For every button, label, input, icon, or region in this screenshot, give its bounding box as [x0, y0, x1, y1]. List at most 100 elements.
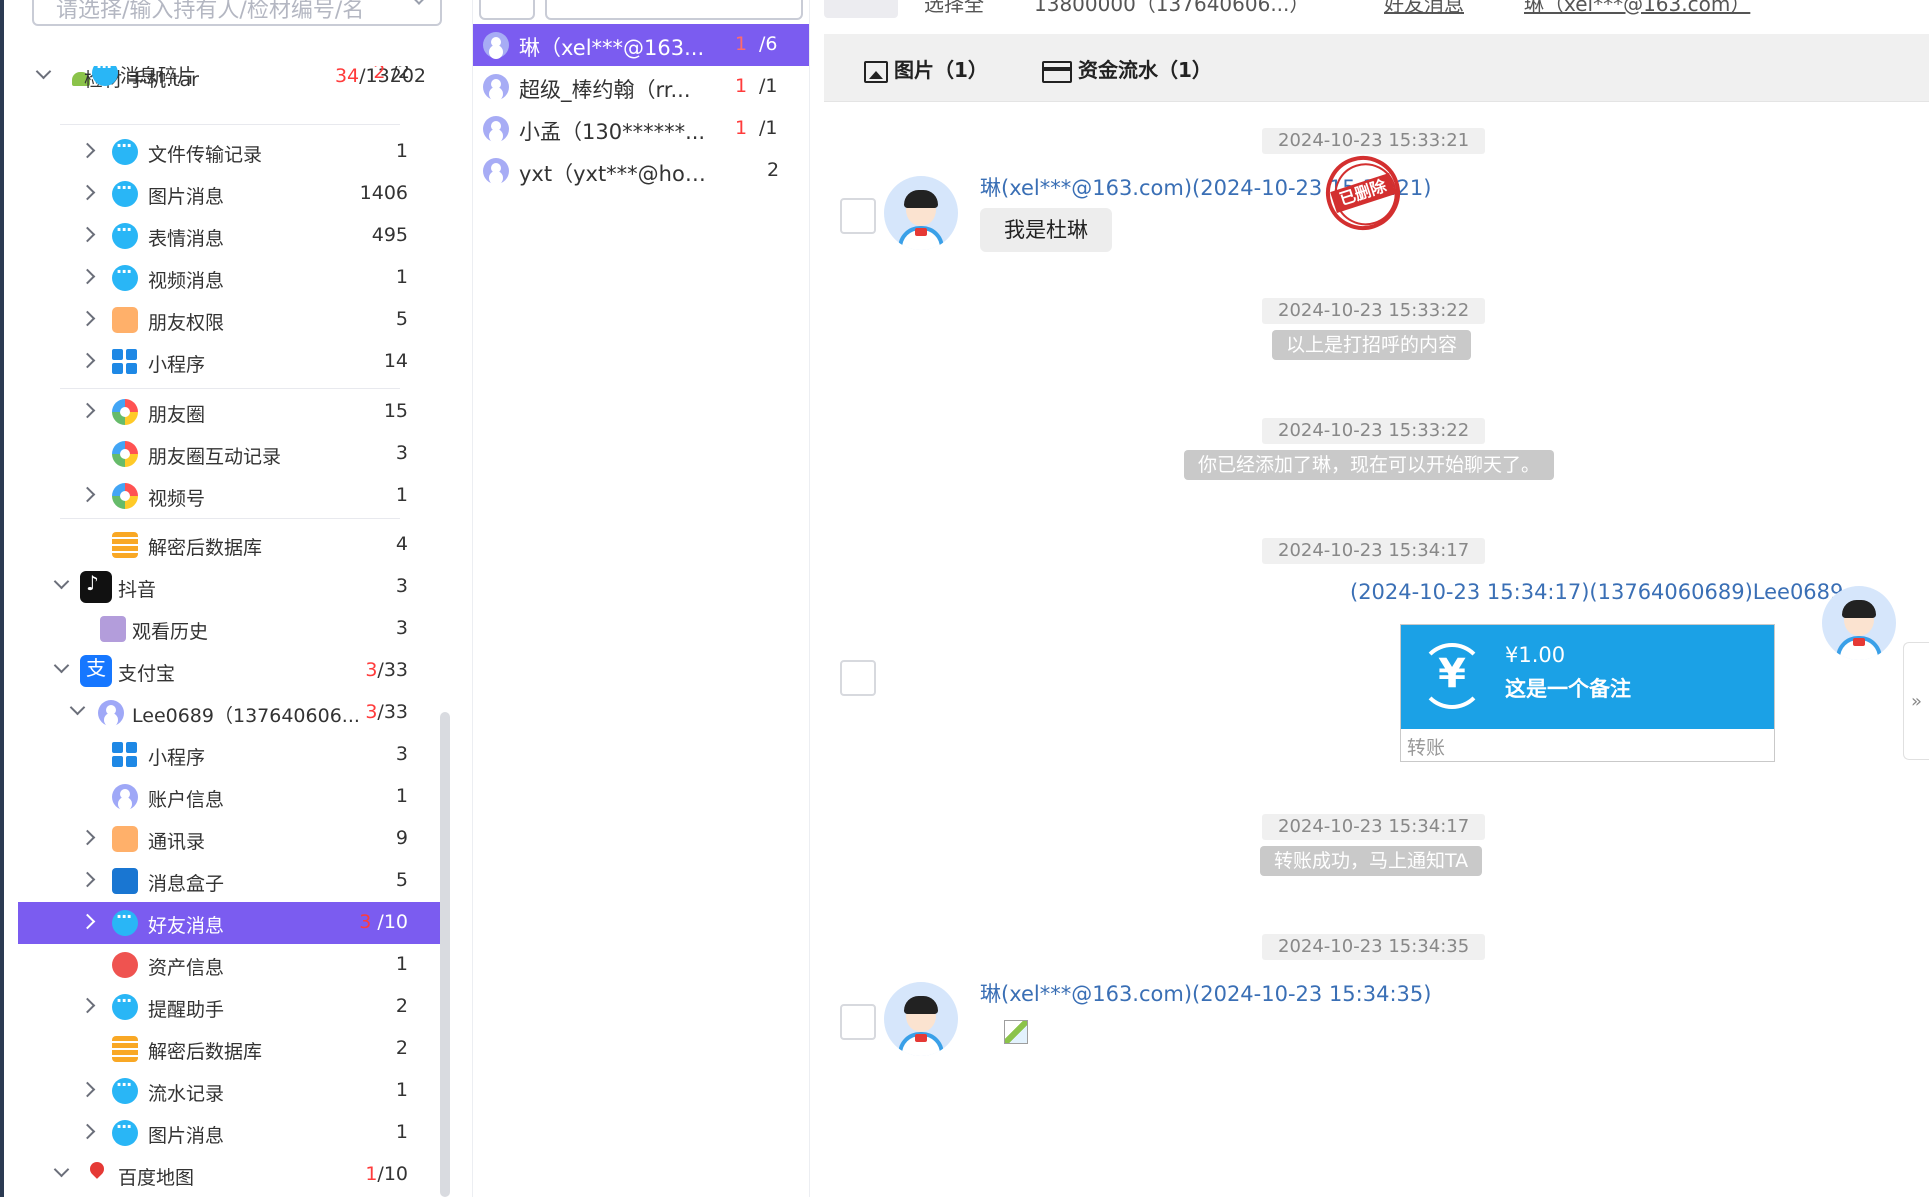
chevron-right-icon[interactable]: [79, 1081, 96, 1098]
contacts-icon: [112, 826, 138, 852]
alipay-icon: 支: [80, 655, 112, 687]
chat-icon: [112, 178, 138, 207]
contact-item[interactable]: 小孟（130******... 1 /1: [473, 108, 809, 150]
chevron-right-icon[interactable]: [79, 352, 96, 369]
chevron-right-icon[interactable]: [79, 486, 96, 503]
chevron-down-icon[interactable]: [409, 0, 429, 5]
tree-item-address-book[interactable]: 通讯录 9: [18, 818, 440, 860]
tree-item-decrypted-db-2[interactable]: 解密后数据库 2: [18, 1028, 440, 1070]
tree-scrollbar[interactable]: [440, 712, 450, 1197]
chevron-right-icon[interactable]: [79, 184, 96, 201]
chevron-right-icon[interactable]: [79, 142, 96, 159]
sort-button[interactable]: [479, 0, 535, 20]
chevron-down-icon[interactable]: [53, 573, 70, 590]
user-avatar-icon: [98, 700, 124, 726]
chevron-down-icon[interactable]: [69, 699, 86, 716]
system-message: 你已经添加了琳，现在可以开始聊天了。: [1184, 450, 1555, 480]
holder-search-select[interactable]: 请选择/输入持有人/检材编号/名: [32, 0, 442, 26]
message-checkbox[interactable]: [840, 660, 876, 696]
moments-icon: [112, 399, 138, 425]
tree-item-moments-interactions[interactable]: 朋友圈互动记录 3: [18, 433, 440, 475]
tree-item-friend-messages[interactable]: 好友消息 3 /10: [18, 902, 440, 944]
timestamp: 2024-10-23 15:34:17: [1262, 538, 1486, 564]
tree-item-decrypted-db[interactable]: 解密后数据库 4: [18, 524, 440, 566]
message-checkbox[interactable]: [840, 198, 876, 234]
tree-item-baidu-map[interactable]: 百度地图 1/10: [18, 1154, 440, 1196]
timestamp: 2024-10-23 15:33:21: [1262, 128, 1486, 154]
tree-item-message-box[interactable]: 消息盒子 5: [18, 860, 440, 902]
tree-item-friend-permission[interactable]: 朋友权限 5: [18, 299, 440, 341]
avatar: [1822, 586, 1896, 660]
tree-item-transactions[interactable]: 流水记录 1: [18, 1070, 440, 1112]
broken-image-icon[interactable]: [1004, 1020, 1028, 1044]
contact-search-input[interactable]: [545, 0, 803, 20]
chevron-right-icon[interactable]: [79, 1123, 96, 1140]
chevron-right-icon[interactable]: [79, 226, 96, 243]
chevron-right-icon[interactable]: [79, 268, 96, 285]
chat-icon: [112, 262, 138, 291]
chevron-down-icon[interactable]: [53, 657, 70, 674]
user-avatar-icon: [483, 74, 509, 100]
tree-item-image-msg[interactable]: 图片消息 1406: [18, 173, 440, 215]
tree-item-alipay[interactable]: 支 支付宝 3/33: [18, 650, 440, 692]
chat-icon: [112, 907, 138, 936]
tree-item-moments[interactable]: 朋友圈 15: [18, 391, 440, 433]
chevron-down-icon[interactable]: [53, 1161, 70, 1178]
timestamp: 2024-10-23 15:33:22: [1262, 418, 1486, 444]
chevron-right-icon[interactable]: [79, 871, 96, 888]
tree-item-watch-history[interactable]: 观看历史 3: [18, 608, 440, 650]
message-sender: 琳(xel***@163.com)(2024-10-23 15:34:35): [980, 982, 1432, 1006]
chat-icon: [112, 1075, 138, 1104]
tree-item-asset-info[interactable]: 资产信息 1: [18, 944, 440, 986]
asset-icon: [112, 952, 138, 978]
system-message: 以上是打招呼的内容: [1272, 330, 1472, 360]
channels-icon: [112, 483, 138, 509]
card-icon: [1042, 60, 1072, 83]
chat-topbar: 选择全 13800000（137640606...） 好友消息 琳（xel***…: [824, 0, 1929, 20]
tree-item-image-msg-2[interactable]: 图片消息 1: [18, 1112, 440, 1154]
tree-item-mini-program[interactable]: 小程序 14: [18, 341, 440, 383]
chat-icon: [112, 136, 138, 165]
select-all-button[interactable]: [824, 0, 898, 18]
message-bubble: 我是杜琳: [980, 208, 1112, 252]
apps-grid-icon: [112, 742, 138, 768]
chevron-right-icon[interactable]: [79, 829, 96, 846]
chevron-right-icon[interactable]: [79, 913, 96, 930]
tree-item-video-msg[interactable]: 视频消息 1: [18, 257, 440, 299]
select-all-label[interactable]: 选择全: [924, 0, 984, 17]
timestamp: 2024-10-23 15:34:17: [1262, 814, 1486, 840]
tab-fund-flow[interactable]: 资金流水（1）: [1042, 54, 1212, 83]
chevron-right-icon[interactable]: [79, 310, 96, 327]
friend-msg-breadcrumb[interactable]: 好友消息: [1384, 0, 1464, 17]
transfer-icon: ¥: [1419, 643, 1485, 709]
contact-item[interactable]: 琳（xel***@163... 1 /6: [473, 24, 809, 66]
system-message: 转账成功，马上通知TA: [1260, 846, 1483, 876]
tab-images[interactable]: 图片（1）: [864, 54, 988, 83]
tree-item-channels[interactable]: 视频号 1: [18, 475, 440, 517]
expand-panel-button[interactable]: »: [1903, 642, 1929, 760]
tree-item-alipay-account[interactable]: Lee0689（137640606... 3/33: [18, 692, 440, 734]
contact-list-panel: 琳（xel***@163... 1 /6 超级_棒约翰（rr... 1 /1 小…: [472, 0, 810, 1197]
tree-item-file-transfer[interactable]: 文件传输记录 1: [18, 131, 440, 173]
chevron-right-icon[interactable]: [79, 402, 96, 419]
tree-item-alipay-mini-program[interactable]: 小程序 3: [18, 734, 440, 776]
timestamp: 2024-10-23 15:33:22: [1262, 298, 1486, 324]
user-avatar-icon: [483, 32, 509, 58]
tree-item-fragments[interactable]: 消息碎片 2 /2: [18, 66, 440, 96]
transfer-card[interactable]: ¥ ¥1.00 这是一个备注 转账: [1400, 624, 1775, 762]
contact-item[interactable]: 超级_棒约翰（rr... 1 /1: [473, 66, 809, 108]
message-checkbox[interactable]: [840, 1004, 876, 1040]
tree-item-account-info[interactable]: 账户信息 1: [18, 776, 440, 818]
contact-breadcrumb[interactable]: 琳（xel***@163.com）: [1524, 0, 1750, 17]
tree-item-reminder[interactable]: 提醒助手 2: [18, 986, 440, 1028]
account-breadcrumb[interactable]: 13800000（137640606...）: [1034, 0, 1309, 17]
contact-item[interactable]: yxt（yxt***@hotma... 2: [473, 150, 809, 192]
map-pin-icon: [84, 1162, 110, 1188]
message-box-icon: [112, 868, 138, 894]
history-icon: [100, 616, 126, 642]
chevron-right-icon[interactable]: [79, 997, 96, 1014]
tree-item-douyin[interactable]: 抖音 3: [18, 566, 440, 608]
chat-panel: 选择全 13800000（137640606...） 好友消息 琳（xel***…: [824, 0, 1929, 1197]
tree-item-emoji-msg[interactable]: 表情消息 495: [18, 215, 440, 257]
avatar: [884, 176, 958, 250]
